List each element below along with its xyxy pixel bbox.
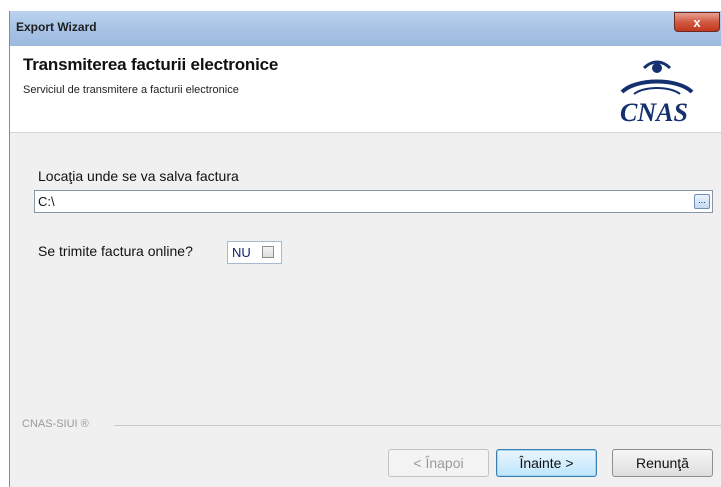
cancel-button[interactable]: Renunţă <box>612 449 713 477</box>
cnas-logo: CNAS <box>600 60 708 128</box>
wizard-content: Transmiterea facturii electronice Servic… <box>10 46 721 487</box>
page-subtitle: Serviciul de transmitere a facturii elec… <box>23 84 239 96</box>
send-online-label: Se trimite factura online? <box>38 243 193 259</box>
logo-text: CNAS <box>620 98 688 127</box>
window-title: Export Wizard <box>16 20 97 34</box>
footer-divider <box>114 425 721 426</box>
save-location-input[interactable]: C:\ ... <box>34 190 713 213</box>
cnas-emblem-icon <box>620 60 694 95</box>
close-icon: x <box>693 15 701 30</box>
next-button[interactable]: Înainte > <box>496 449 597 477</box>
send-online-checkbox[interactable] <box>262 246 274 258</box>
export-wizard-window: Export Wizard x Transmiterea facturii el… <box>9 11 721 487</box>
browse-button[interactable]: ... <box>694 194 710 209</box>
wizard-header: Transmiterea facturii electronice Servic… <box>10 46 721 133</box>
footer-brand: CNAS-SIUI ® <box>22 418 89 430</box>
close-button[interactable]: x <box>674 12 720 32</box>
save-location-label: Locaţia unde se va salva factura <box>38 168 239 184</box>
send-online-value: NU <box>232 245 251 260</box>
send-online-toggle[interactable]: NU <box>227 241 282 264</box>
title-bar[interactable]: Export Wizard x <box>10 11 721 46</box>
save-location-value: C:\ <box>38 194 55 209</box>
back-button[interactable]: < Înapoi <box>388 449 489 477</box>
page-title: Transmiterea facturii electronice <box>23 55 279 74</box>
